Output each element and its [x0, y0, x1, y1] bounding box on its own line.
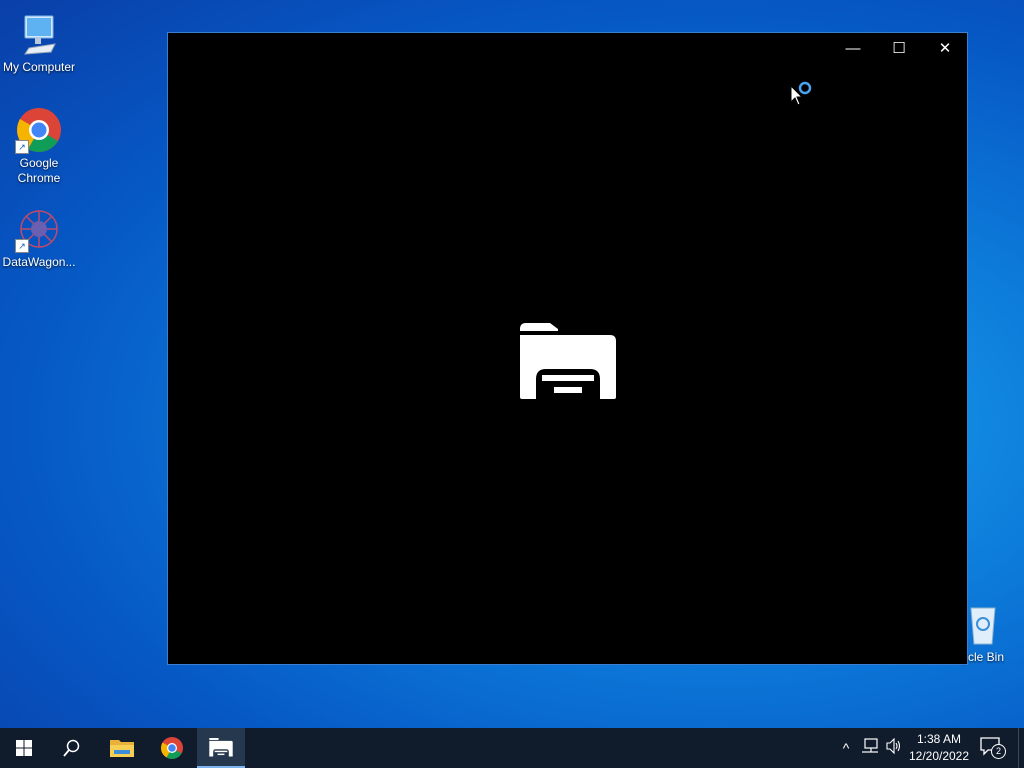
desktop-icon-my-computer[interactable]: My Computer: [0, 10, 78, 75]
file-explorer-icon: [209, 738, 233, 757]
taskbar-file-explorer-window[interactable]: [197, 728, 245, 768]
datawagon-icon: ↗: [15, 205, 63, 253]
action-center-button[interactable]: 2: [980, 736, 1006, 760]
taskbar: ^ 1:38 AM 12/20/2022 2: [0, 728, 1024, 768]
desktop-icon-label: Google Chrome: [17, 156, 61, 185]
taskbar-chrome[interactable]: [148, 728, 196, 768]
clock-date: 12/20/2022: [908, 749, 970, 763]
monitor-icon: [15, 10, 63, 58]
maximize-button[interactable]: ☐: [876, 33, 922, 65]
clock-time: 1:38 AM: [916, 732, 962, 746]
network-icon[interactable]: [860, 738, 880, 758]
windows-logo-icon: [16, 740, 32, 756]
desktop-icon-label: My Computer: [2, 60, 76, 74]
start-button[interactable]: [0, 728, 48, 768]
search-button[interactable]: [48, 728, 96, 768]
desktop-icon-google-chrome[interactable]: ↗ Google Chrome: [0, 106, 78, 186]
notification-count-badge: 2: [991, 744, 1006, 759]
folder-icon: [110, 740, 134, 757]
volume-icon[interactable]: [884, 737, 904, 758]
close-button[interactable]: ✕: [922, 33, 968, 65]
minimize-button[interactable]: —: [830, 33, 876, 65]
show-desktop-button[interactable]: [1018, 728, 1024, 768]
search-icon: [63, 739, 80, 757]
chrome-icon: ↗: [15, 106, 63, 154]
busy-cursor-icon: [789, 80, 815, 106]
chrome-icon: [161, 737, 183, 759]
shortcut-arrow-icon: ↗: [15, 140, 29, 154]
shortcut-arrow-icon: ↗: [15, 239, 29, 253]
file-explorer-window[interactable]: — ☐ ✕: [167, 32, 968, 665]
desktop-icon-label: DataWagon...: [2, 255, 76, 269]
desktop-icon-datawagon[interactable]: ↗ DataWagon...: [0, 205, 78, 270]
taskbar-file-explorer[interactable]: [98, 728, 146, 768]
file-explorer-splash-icon: [520, 323, 616, 405]
taskbar-clock[interactable]: 1:38 AM 12/20/2022: [904, 731, 974, 765]
show-hidden-icons-chevron[interactable]: ^: [836, 738, 856, 758]
